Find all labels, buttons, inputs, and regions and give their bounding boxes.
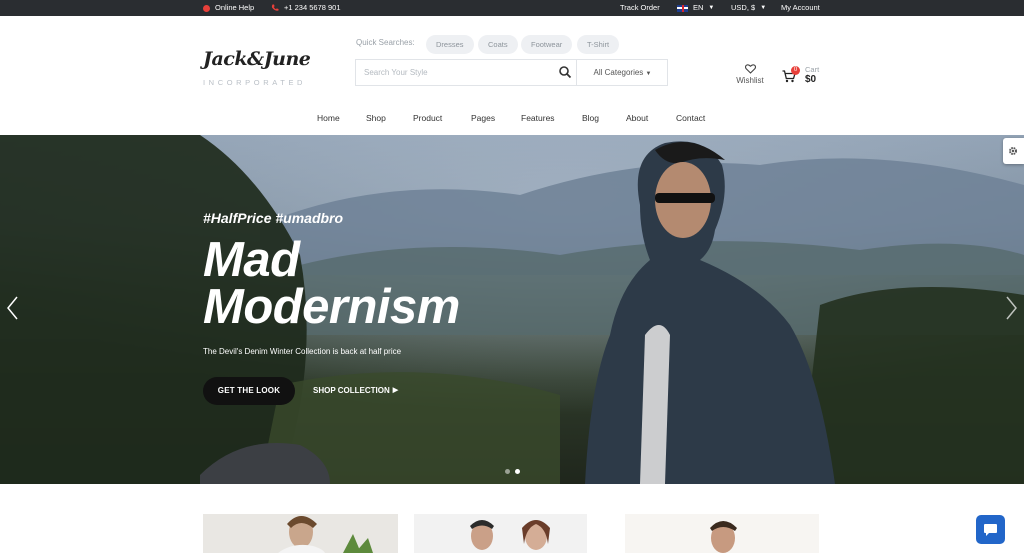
quick-search-chip-footwear[interactable]: Footwear [521,35,573,54]
category-select[interactable]: All Categories ▼ [577,60,668,85]
nav-pages[interactable]: Pages [471,113,495,123]
track-order-link[interactable]: Track Order [620,0,660,16]
settings-panel-toggle[interactable] [1003,138,1024,164]
nav-blog[interactable]: Blog [582,113,599,123]
search-bar: All Categories ▼ [355,59,668,86]
cart-total: $0 [805,74,817,85]
online-help-link[interactable]: Online Help [203,0,254,16]
currency-label: USD, $ [731,3,756,12]
quick-search-chip-tshirt[interactable]: T-Shirt [577,35,620,54]
live-chat-button[interactable] [976,515,1005,544]
language-label: EN [693,3,704,12]
slider-dot-active[interactable] [515,469,520,474]
phone-link[interactable]: +1 234 5678 901 [271,0,341,16]
chevron-down-icon: ▼ [708,5,715,11]
get-the-look-button[interactable]: GET THE LOOK [203,377,295,405]
track-order-label: Track Order [620,3,660,12]
hero-title: Mad Modernism [203,233,460,334]
caret-right-icon: ▶ [392,387,399,394]
search-input[interactable] [356,60,556,85]
online-help-label: Online Help [215,3,255,12]
my-account-label: My Account [781,3,820,12]
nav-shop[interactable]: Shop [366,113,386,123]
search-button[interactable] [556,63,575,82]
uk-flag-icon [677,4,688,12]
my-account-link[interactable]: My Account [781,0,820,16]
cart-button[interactable]: 0 Cart $0 [782,65,832,87]
slider-dot[interactable] [505,469,510,474]
nav-home[interactable]: Home [317,113,340,123]
shop-collection-link[interactable]: SHOP COLLECTION ▶ [313,377,398,405]
hero-title-line1: Mad [203,233,300,287]
category-card[interactable] [203,514,398,553]
category-card[interactable] [625,514,819,553]
hero-title-line2: Modernism [203,280,460,334]
heart-icon [744,64,756,74]
phone-number: +1 234 5678 901 [284,3,341,12]
slider-pagination [505,469,520,474]
cart-label: Cart [805,65,820,74]
category-select-value: All Categories [593,68,644,77]
slider-next-arrow-icon[interactable] [1003,295,1019,321]
category-card-image [203,514,398,553]
hero-subtitle: The Devil's Denim Winter Collection is b… [203,347,402,356]
shop-collection-label: SHOP COLLECTION [313,386,390,395]
cart-count-badge: 0 [791,66,800,75]
nav-product[interactable]: Product [413,113,442,123]
hero-slider: #HalfPrice #umadbro Mad Modernism The De… [0,135,1024,484]
currency-selector[interactable]: USD, $ ▼ [731,0,766,16]
chevron-down-icon: ▼ [645,71,652,77]
wishlist-label: Wishlist [736,76,764,85]
chat-icon [984,524,997,536]
language-selector[interactable]: EN ▼ [677,0,714,16]
category-card-image [414,514,587,553]
gear-icon [1009,147,1017,155]
logo-tagline: INCORPORATED [203,78,307,87]
top-bar: Online Help +1 234 5678 901 Track Order … [0,0,1024,16]
hero-tagline: #HalfPrice #umadbro [203,210,344,226]
category-card-image [625,514,819,553]
chevron-down-icon: ▼ [760,5,767,11]
slider-prev-arrow-icon[interactable] [5,295,21,321]
help-dot-icon [203,4,210,12]
phone-icon [271,4,279,11]
quick-searches-label: Quick Searches: [356,38,415,47]
nav-features[interactable]: Features [521,113,555,123]
quick-search-chip-coats[interactable]: Coats [478,35,518,54]
nav-contact[interactable]: Contact [676,113,705,123]
wishlist-button[interactable]: Wishlist [730,64,770,85]
hero-background-image [0,135,1024,484]
nav-about[interactable]: About [626,113,648,123]
logo[interactable]: Jack&June [203,48,311,70]
quick-search-chip-dresses[interactable]: Dresses [426,35,474,54]
search-icon [559,66,572,79]
category-card[interactable] [414,514,587,553]
